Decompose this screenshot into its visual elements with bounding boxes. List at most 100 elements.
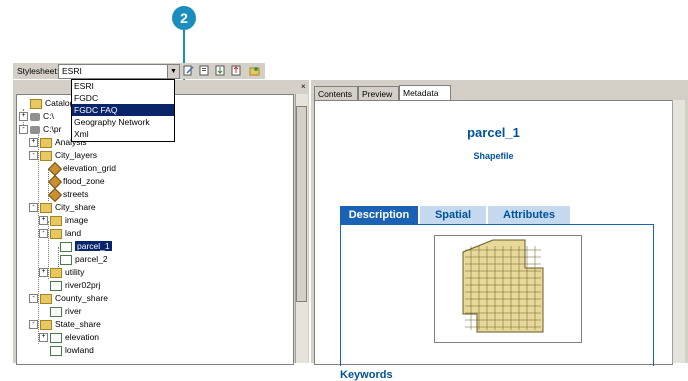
export-icon[interactable] [231,65,242,76]
tab-spatial[interactable]: Spatial [420,206,486,224]
drive-icon [30,125,40,134]
tree-row-label: C:\ [43,111,54,121]
shapefile-icon [50,280,62,291]
tree-row-label: C:\pr [43,124,62,134]
tree-row[interactable]: elevation_grid [39,161,116,176]
tree-row-label: land [65,228,82,238]
tree-row[interactable]: lowland [39,344,94,357]
tree-row[interactable]: - City_share [29,201,96,214]
grid-icon [50,332,62,343]
callout-badge: 2 [172,6,196,30]
catalog-contents-pane: Contents Preview Metadata parcel_1 Shape… [311,80,688,381]
stylesheet-option-fgdc[interactable]: FGDC [72,92,174,104]
tree-row-label: elevation_grid [63,163,116,173]
folder-icon [50,228,62,239]
folder-icon [50,267,62,278]
point-layer-icon [47,187,63,202]
shapefile-icon [50,345,62,356]
tree-row[interactable]: parcel_1 [49,240,112,253]
tree-row[interactable]: - State_share [29,318,101,331]
tree-row-label: flood_zone [63,176,105,186]
folder-icon [40,202,52,213]
tree-row-label: river [65,306,82,316]
stylesheet-option-geography-network[interactable]: Geography Network [72,116,174,128]
stylesheet-label: Stylesheet: [17,66,60,76]
tab-attributes[interactable]: Attributes [488,206,570,224]
folder-icon [40,319,52,330]
collapse-icon[interactable]: - [29,320,38,330]
tree-row-label: utility [65,267,85,277]
tree-row[interactable]: flood_zone [39,174,105,189]
collapse-icon[interactable]: - [29,151,38,161]
folder-icon [50,215,62,226]
stylesheet-option-fgdc-faq[interactable]: FGDC FAQ [72,104,174,116]
tree-row-label: lowland [65,345,94,355]
shapefile-icon [60,241,72,252]
stylesheet-option-xml[interactable]: Xml [72,128,174,140]
tree-row[interactable]: streets [39,187,89,202]
tree-row-label: Catalog [45,98,75,108]
folder-icon [40,137,52,148]
tab-contents[interactable]: Contents [314,86,358,101]
close-icon[interactable]: × [301,82,306,91]
metadata-subtitle: Shapefile [473,151,514,161]
point-layer-icon [47,161,63,176]
keywords-heading: Keywords [340,369,393,381]
catalog-icon [30,98,42,109]
expand-icon[interactable]: + [39,216,48,226]
collapse-icon[interactable]: - [19,125,28,135]
tab-preview[interactable]: Preview [358,86,399,101]
tree-row-label: streets [63,189,89,199]
metadata-scrollbar[interactable] [672,100,685,363]
expand-icon[interactable]: + [39,333,48,343]
tree-row[interactable]: - land [39,227,81,240]
tree-row[interactable]: parcel_2 [49,253,108,266]
drive-icon [30,112,40,121]
stylesheet-select[interactable]: ESRI ▼ [58,64,180,79]
parcel-map-image [462,239,544,333]
expand-icon[interactable]: + [29,138,38,148]
metadata-title: parcel_1 [467,125,520,140]
tree-row-label: image [65,215,89,225]
point-layer-icon [47,174,63,189]
import-icon[interactable] [215,65,226,76]
collapse-icon[interactable]: - [29,203,38,213]
tree-row[interactable]: + elevation [39,331,99,344]
tree-row[interactable]: + image [39,214,88,227]
tree-scrollbar[interactable] [295,94,308,363]
tree-row-label: County_share [55,293,108,303]
tree-row[interactable]: - C:\pr [19,123,61,136]
tree-row-label: elevation [65,332,100,342]
expand-icon[interactable]: + [19,112,28,122]
chevron-down-icon[interactable]: ▼ [167,65,179,78]
scrollbar-thumb[interactable] [296,106,307,302]
properties-icon[interactable] [199,65,210,76]
tree-row[interactable]: - County_share [29,292,108,305]
tree-row[interactable]: + C:\ [19,110,54,123]
stylesheet-dropdown-list: ESRI FGDC FGDC FAQ Geography Network Xml [71,79,175,142]
tree-row[interactable]: Catalog [19,97,74,110]
tree-row-label: City_layers [55,150,98,160]
expand-icon[interactable]: + [39,268,48,278]
tree-row-label: City_share [55,202,96,212]
update-icon[interactable] [249,65,260,76]
stylesheet-option-esri[interactable]: ESRI [72,80,174,92]
edit-metadata-icon[interactable] [183,65,194,76]
tree-row[interactable]: - City_layers [29,149,97,162]
tree-row[interactable]: + utility [39,266,84,279]
shapefile-icon [60,254,72,265]
tree-row-label: river02prj [65,280,101,290]
collapse-icon[interactable]: - [39,229,48,239]
tree-row-label: State_share [55,319,101,329]
tree-row-label: parcel_1 [75,241,112,251]
metadata-view: parcel_1 Shapefile Description Spatial A… [314,100,673,381]
tree-row[interactable]: river [39,305,82,318]
tab-description[interactable]: Description [340,206,418,224]
description-panel [340,224,654,366]
folder-icon [40,293,52,304]
tab-metadata[interactable]: Metadata [399,85,451,101]
shapefile-icon [50,306,62,317]
tree-row[interactable]: river02prj [39,279,100,292]
stylesheet-value: ESRI [62,66,82,76]
collapse-icon[interactable]: - [29,294,38,304]
